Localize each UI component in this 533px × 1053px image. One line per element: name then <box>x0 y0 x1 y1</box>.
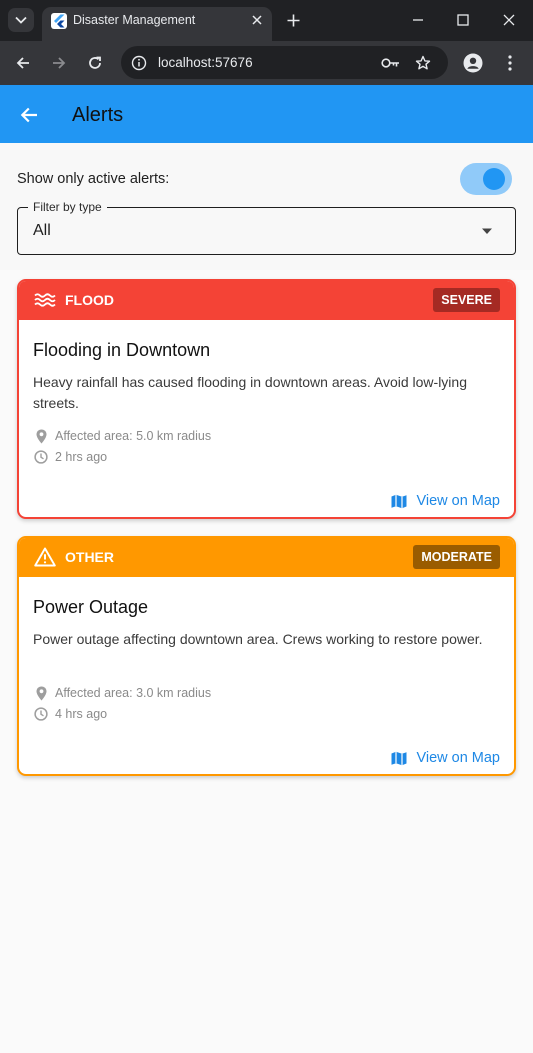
minimize-icon[interactable] <box>408 10 428 30</box>
alert-title: Flooding in Downtown <box>33 340 211 360</box>
toggle-knob <box>483 168 505 190</box>
window-close-icon[interactable] <box>499 10 519 30</box>
tab-close-icon[interactable] <box>248 11 266 29</box>
clock-icon <box>33 706 49 722</box>
alert-type-label: OTHER <box>65 549 114 565</box>
alert-description: Power outage affecting downtown area. Cr… <box>33 631 483 647</box>
view-on-map-button[interactable]: View on Map <box>390 491 500 511</box>
back-arrow-icon[interactable] <box>16 102 42 128</box>
tab-search-button[interactable] <box>8 8 34 32</box>
alert-card-header: OTHER MODERATE <box>19 538 514 577</box>
time-ago-text: 4 hrs ago <box>55 707 108 721</box>
map-icon <box>390 749 408 767</box>
type-filter-label: Filter by type <box>28 200 107 214</box>
browser-toolbar: localhost:57676 <box>0 41 533 85</box>
filter-panel: Show only active alerts: Filter by type … <box>0 143 533 270</box>
affected-area-row: Affected area: 3.0 km radius <box>33 685 211 701</box>
url-text: localhost:57676 <box>158 55 253 70</box>
type-filter-dropdown[interactable]: Filter by type All <box>17 200 516 255</box>
alert-title: Power Outage <box>33 597 149 617</box>
warning-icon <box>33 546 57 568</box>
reload-icon[interactable] <box>83 51 107 75</box>
back-nav-icon[interactable] <box>11 51 35 75</box>
new-tab-icon[interactable] <box>283 10 303 30</box>
browser-titlebar: Disaster Management <box>0 0 533 41</box>
type-filter-value: All <box>33 222 51 239</box>
affected-area-text: Affected area: 3.0 km radius <box>55 686 212 700</box>
address-bar[interactable]: localhost:57676 <box>121 46 448 79</box>
profile-avatar-icon[interactable] <box>461 51 485 75</box>
affected-area-text: Affected area: 5.0 km radius <box>55 429 212 443</box>
dropdown-arrow-icon <box>480 225 494 237</box>
view-on-map-button[interactable]: View on Map <box>390 748 500 768</box>
severity-badge: MODERATE <box>413 545 500 569</box>
location-pin-icon <box>33 685 49 701</box>
app-bar: Alerts <box>0 85 533 143</box>
time-row: 4 hrs ago <box>33 706 107 722</box>
chevron-down-icon <box>15 11 27 29</box>
browser-tab[interactable]: Disaster Management <box>42 7 272 41</box>
password-key-icon[interactable] <box>381 53 401 73</box>
location-pin-icon <box>33 428 49 444</box>
alert-card[interactable]: OTHER MODERATE Power Outage Power outage… <box>17 536 516 776</box>
waves-icon <box>33 289 57 311</box>
alert-card-header: FLOOD SEVERE <box>19 281 514 320</box>
time-ago-text: 2 hrs ago <box>55 450 108 464</box>
bookmark-star-icon[interactable] <box>413 53 433 73</box>
flutter-favicon-icon <box>51 13 67 29</box>
page-title: Alerts <box>72 104 124 126</box>
alert-description: Heavy rainfall has caused flooding in do… <box>33 374 467 411</box>
alert-card[interactable]: FLOOD SEVERE Flooding in Downtown Heavy … <box>17 279 516 519</box>
maximize-icon[interactable] <box>453 10 473 30</box>
site-info-icon[interactable] <box>130 54 147 71</box>
browser-menu-icon[interactable] <box>498 51 522 75</box>
tab-title: Disaster Management <box>73 13 196 27</box>
alert-type-label: FLOOD <box>65 292 114 308</box>
view-on-map-label: View on Map <box>416 493 500 509</box>
active-alerts-toggle[interactable] <box>460 163 512 195</box>
time-row: 2 hrs ago <box>33 449 107 465</box>
severity-badge: SEVERE <box>433 288 500 312</box>
clock-icon <box>33 449 49 465</box>
view-on-map-label: View on Map <box>416 750 500 766</box>
active-alerts-label: Show only active alerts: <box>17 171 170 187</box>
affected-area-row: Affected area: 5.0 km radius <box>33 428 211 444</box>
forward-nav-icon[interactable] <box>47 51 71 75</box>
alerts-app: Alerts Show only active alerts: Filter b… <box>0 85 533 1053</box>
map-icon <box>390 492 408 510</box>
